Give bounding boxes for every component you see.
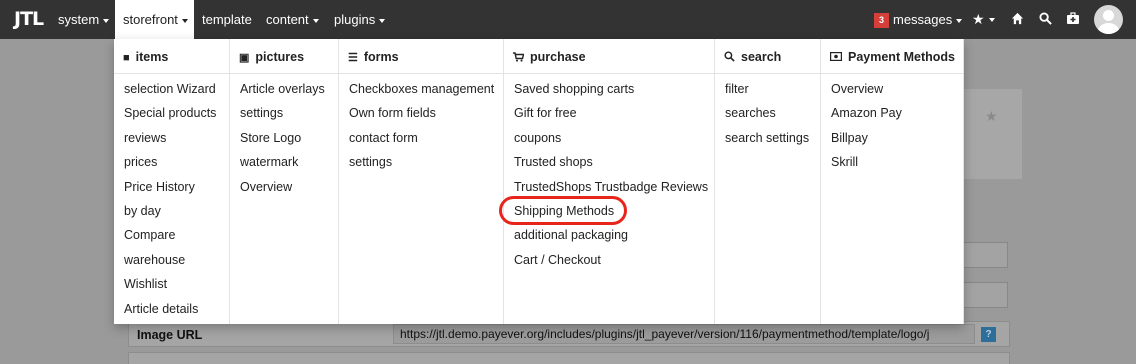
- menu-plugins-label: plugins: [334, 12, 376, 27]
- chevron-down-icon: [956, 18, 963, 23]
- menu-item-billpay[interactable]: Billpay: [821, 126, 963, 150]
- user-avatar[interactable]: [1094, 5, 1123, 34]
- column-purchase-title: purchase: [530, 50, 586, 64]
- menu-item-wishlist[interactable]: Wishlist: [114, 272, 229, 296]
- menu-item-warehouse[interactable]: warehouse: [114, 248, 229, 272]
- home-button[interactable]: [1011, 12, 1024, 28]
- menu-template-label: template: [202, 12, 252, 27]
- chevron-down-icon: [379, 18, 386, 23]
- menu-item-additional-packaging[interactable]: additional packaging: [504, 223, 714, 247]
- menu-item-store-logo[interactable]: Store Logo: [230, 126, 338, 150]
- menu-item-coupons[interactable]: coupons: [504, 126, 714, 150]
- column-payment-methods-title: Payment Methods: [848, 50, 955, 64]
- menu-content[interactable]: content: [258, 0, 327, 39]
- search-icon: [724, 40, 735, 77]
- menu-system-label: system: [58, 12, 100, 27]
- column-search-title: search: [741, 50, 782, 64]
- chevron-down-icon: [181, 18, 188, 23]
- column-forms: ☰ forms Checkboxes management Own form fi…: [339, 39, 504, 324]
- chevron-down-icon: [312, 18, 319, 23]
- menu-item-filter[interactable]: filter: [715, 77, 820, 101]
- menu-item-forms-settings[interactable]: settings: [339, 150, 503, 174]
- column-payment-methods-header: Payment Methods: [821, 39, 963, 74]
- image-url-row: Image URL https://jtl.demo.payever.org/i…: [128, 321, 1010, 347]
- box-icon: ■: [123, 52, 130, 64]
- menu-item-cart-checkout[interactable]: Cart / Checkout: [504, 248, 714, 272]
- chevron-down-icon: [103, 18, 110, 23]
- column-search: search filter searches search settings: [715, 39, 821, 324]
- background-row: [128, 352, 1010, 364]
- money-icon: [830, 40, 843, 77]
- help-icon[interactable]: ?: [981, 327, 996, 342]
- support-button[interactable]: [1066, 12, 1080, 28]
- chevron-down-icon: [988, 18, 995, 23]
- menu-item-gift-for-free[interactable]: Gift for free: [504, 101, 714, 125]
- menu-item-reviews[interactable]: reviews: [114, 126, 229, 150]
- menu-plugins[interactable]: plugins: [326, 0, 393, 39]
- menu-storefront-label: storefront: [123, 12, 178, 27]
- menu-item-article-overlays[interactable]: Article overlays: [230, 77, 338, 101]
- menu-item-by-day[interactable]: by day: [114, 199, 229, 223]
- menu-content-label: content: [266, 12, 309, 27]
- search-icon: [1039, 12, 1052, 25]
- menu-item-amazon-pay[interactable]: Amazon Pay: [821, 101, 963, 125]
- home-icon: [1011, 12, 1024, 25]
- column-items-header: ■ items: [114, 39, 229, 74]
- column-forms-header: ☰ forms: [339, 39, 503, 74]
- cart-icon: [513, 40, 525, 77]
- shipping-methods-highlight-ring: [499, 196, 627, 225]
- search-button[interactable]: [1039, 12, 1052, 28]
- messages-menu[interactable]: 3 messages: [866, 0, 970, 39]
- menu-storefront[interactable]: storefront: [115, 0, 194, 39]
- column-forms-title: forms: [363, 50, 399, 64]
- menu-system[interactable]: system: [50, 0, 117, 39]
- menu-item-contact-form[interactable]: contact form: [339, 126, 503, 150]
- menu-item-article-details[interactable]: Article details: [114, 297, 229, 321]
- menu-item-pictures-overview[interactable]: Overview: [230, 175, 338, 199]
- menu-item-watermark[interactable]: watermark: [230, 150, 338, 174]
- menu-item-pictures-settings[interactable]: settings: [230, 101, 338, 125]
- menu-item-skrill[interactable]: Skrill: [821, 150, 963, 174]
- menu-item-payment-overview[interactable]: Overview: [821, 77, 963, 101]
- menu-item-price-history[interactable]: Price History: [114, 175, 229, 199]
- messages-badge: 3: [874, 13, 889, 28]
- column-items: ■ items selection Wizard Special products…: [114, 39, 230, 324]
- image-url-label: Image URL: [137, 328, 203, 342]
- favorites-menu[interactable]: ★: [972, 0, 995, 39]
- jtl-logo[interactable]: JTL: [14, 8, 44, 30]
- storefront-dropdown: ■ items selection Wizard Special products…: [114, 39, 964, 324]
- image-url-input[interactable]: https://jtl.demo.payever.org/includes/pl…: [393, 324, 975, 344]
- star-icon: ★: [972, 11, 985, 27]
- column-purchase-header: purchase: [504, 39, 714, 74]
- image-icon: ▣: [239, 52, 250, 64]
- column-pictures: ▣ pictures Article overlays settings Stor…: [230, 39, 339, 324]
- menu-item-trusted-shops[interactable]: Trusted shops: [504, 150, 714, 174]
- column-payment-methods: Payment Methods Overview Amazon Pay Bill…: [821, 39, 964, 324]
- favorite-star-icon[interactable]: ★: [985, 108, 998, 125]
- menu-item-search-settings[interactable]: search settings: [715, 126, 820, 150]
- column-purchase: purchase Saved shopping carts Gift for f…: [504, 39, 715, 324]
- column-search-header: search: [715, 39, 820, 74]
- menu-item-checkboxes-management[interactable]: Checkboxes management: [339, 77, 503, 101]
- menu-item-compare[interactable]: Compare: [114, 223, 229, 247]
- column-pictures-header: ▣ pictures: [230, 39, 338, 74]
- menu-item-own-form-fields[interactable]: Own form fields: [339, 101, 503, 125]
- column-pictures-title: pictures: [255, 50, 305, 64]
- list-icon: ☰: [348, 52, 358, 64]
- menu-template[interactable]: template: [194, 0, 260, 39]
- menu-item-searches[interactable]: searches: [715, 101, 820, 125]
- messages-label: messages: [893, 12, 953, 27]
- first-aid-icon: [1067, 12, 1079, 24]
- menu-item-saved-shopping-carts[interactable]: Saved shopping carts: [504, 77, 714, 101]
- top-navbar: JTL system storefront template content p…: [0, 0, 1136, 39]
- menu-item-special-products[interactable]: Special products: [114, 101, 229, 125]
- menu-item-selection-wizard[interactable]: selection Wizard: [114, 77, 229, 101]
- menu-item-prices[interactable]: prices: [114, 150, 229, 174]
- column-items-title: items: [135, 50, 169, 64]
